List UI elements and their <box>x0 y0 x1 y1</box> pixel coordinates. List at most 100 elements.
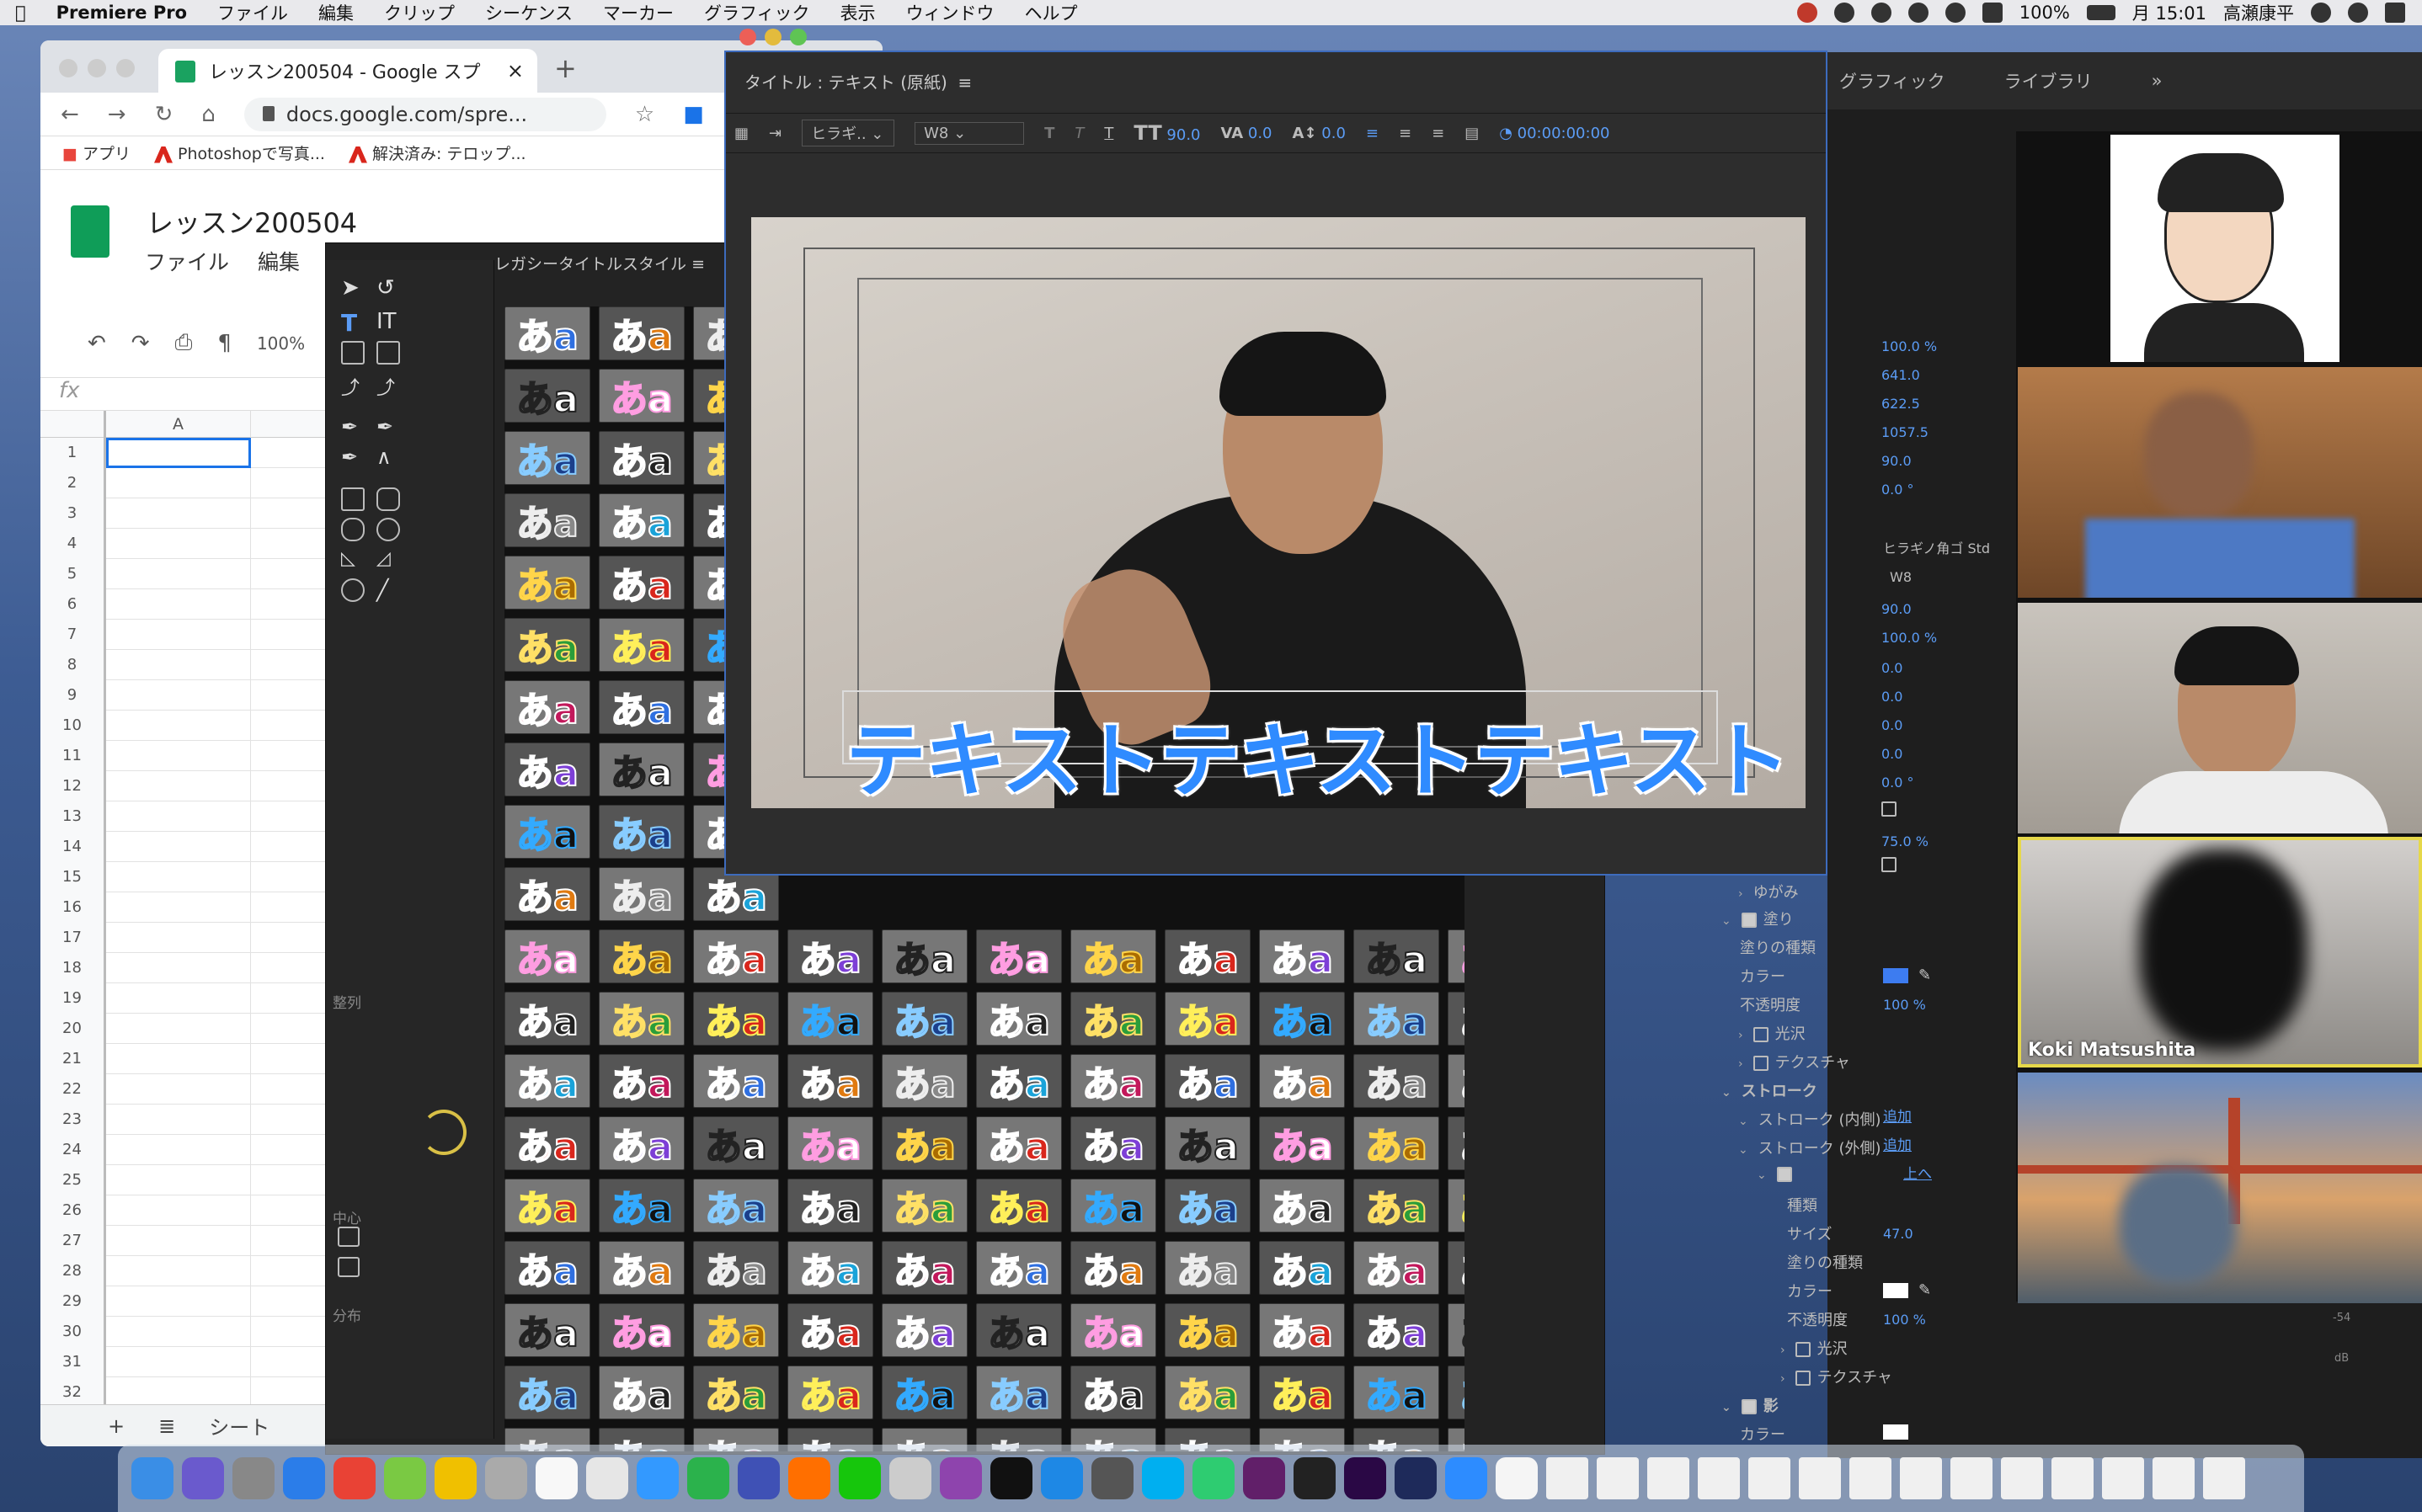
cell-a[interactable] <box>106 559 251 589</box>
style-swatch[interactable]: あa <box>1165 1366 1251 1419</box>
bookmark-apps[interactable]: ■ アプリ <box>62 141 131 164</box>
cell-a[interactable] <box>106 801 251 832</box>
fill-opacity-value[interactable]: 100 % <box>1883 997 1926 1013</box>
prop-sheen[interactable]: › 光沢 <box>1738 1022 1806 1044</box>
style-swatch[interactable]: あa <box>599 929 685 983</box>
dock-app-icon[interactable] <box>940 1457 982 1499</box>
style-swatch[interactable]: あa <box>599 1241 685 1295</box>
style-swatch[interactable]: あa <box>1448 929 1464 983</box>
text-value-6[interactable]: 0.0 <box>1881 746 1902 762</box>
dock-window-thumbnail[interactable] <box>2203 1457 2245 1499</box>
menu-graphic[interactable]: グラフィック <box>689 0 825 25</box>
style-swatch[interactable]: あa <box>504 680 590 734</box>
zoom-window-button[interactable] <box>116 59 135 77</box>
dock-window-thumbnail[interactable] <box>2001 1457 2043 1499</box>
dock-app-icon[interactable] <box>586 1457 628 1499</box>
tab-sheets[interactable]: レッスン200504 - Google スプ × <box>158 49 537 93</box>
move-up-link[interactable]: 上へ <box>1903 1162 1932 1183</box>
shadow-color-swatch[interactable] <box>1883 1424 1908 1440</box>
row-number[interactable]: 19 <box>40 983 106 1014</box>
style-swatch[interactable]: あa <box>1165 1241 1251 1295</box>
row-number[interactable]: 16 <box>40 892 106 923</box>
style-swatch[interactable]: あa <box>693 929 779 983</box>
style-swatch[interactable]: あa <box>787 1241 873 1295</box>
dock-app-icon[interactable] <box>435 1457 477 1499</box>
cell-a[interactable] <box>106 1135 251 1165</box>
dock-app-icon[interactable] <box>1091 1457 1134 1499</box>
style-swatch[interactable]: あa <box>599 680 685 734</box>
style-swatch[interactable]: あa <box>599 1366 685 1419</box>
dock-app-icon[interactable] <box>536 1457 578 1499</box>
font-family-field[interactable]: ヒラギノ角ゴ Std <box>1883 537 1990 557</box>
text-value-4[interactable]: 0.0 <box>1881 689 1902 705</box>
sheets-logo-icon[interactable] <box>71 205 109 258</box>
style-swatch[interactable]: あa <box>504 493 590 547</box>
dock-window-thumbnail[interactable] <box>1849 1457 1891 1499</box>
row-number[interactable]: 1 <box>40 438 106 468</box>
cell-a[interactable] <box>106 650 251 680</box>
style-swatch[interactable]: あa <box>882 1116 968 1170</box>
style-swatch[interactable]: あa <box>1353 1179 1439 1232</box>
fill-color-swatch[interactable] <box>1883 968 1908 983</box>
menu-view[interactable]: 表示 <box>825 0 891 25</box>
row-number[interactable]: 12 <box>40 771 106 801</box>
dock-app-icon[interactable] <box>283 1457 325 1499</box>
style-swatch[interactable]: あa <box>504 1054 590 1108</box>
prop-stroke[interactable]: ⌄ ストローク <box>1721 1079 1817 1101</box>
style-swatch[interactable]: あa <box>504 431 590 485</box>
select-all-corner[interactable] <box>40 411 106 438</box>
row-number[interactable]: 7 <box>40 620 106 650</box>
style-swatch[interactable]: あa <box>882 1241 968 1295</box>
cell-a[interactable] <box>106 983 251 1014</box>
font-family-dropdown[interactable]: ヒラギ.. ⌄ <box>802 120 895 146</box>
style-swatch[interactable]: あa <box>1259 1303 1345 1357</box>
row-number[interactable]: 20 <box>40 1014 106 1044</box>
user-name[interactable]: 高瀬康平 <box>2223 0 2294 25</box>
style-swatch[interactable]: あa <box>1353 929 1439 983</box>
style-swatch[interactable]: あa <box>1165 929 1251 983</box>
cell-a[interactable] <box>106 1347 251 1377</box>
option-checkbox-1[interactable] <box>1881 801 1897 817</box>
font-weight-field[interactable]: W8 <box>1890 569 1912 585</box>
style-swatch[interactable]: あa <box>599 306 685 360</box>
line-icon[interactable] <box>1833 3 1854 23</box>
font-size-value[interactable]: 90.0 <box>1166 126 1200 144</box>
style-swatch[interactable]: あa <box>976 1241 1062 1295</box>
transform-value-2[interactable]: 641.0 <box>1881 367 1920 383</box>
style-swatch[interactable]: あa <box>504 618 590 672</box>
line-tool-icon[interactable]: ╱ <box>376 578 400 602</box>
dock-app-icon[interactable] <box>1142 1457 1184 1499</box>
rotate-tool-icon[interactable]: ↺ <box>376 275 400 301</box>
siri-icon[interactable] <box>2348 3 2368 23</box>
cell-a[interactable] <box>106 741 251 771</box>
sheet-tab[interactable]: シート <box>209 1411 269 1440</box>
control-center-icon[interactable] <box>2385 3 2405 23</box>
eyedropper-icon[interactable]: ✎ <box>1918 1281 1931 1299</box>
row-number[interactable]: 15 <box>40 862 106 892</box>
text-value-3[interactable]: 0.0 <box>1881 660 1902 676</box>
style-swatch[interactable]: あa <box>1353 1303 1439 1357</box>
sheets-menu-edit[interactable]: 編集 <box>258 246 300 276</box>
row-number[interactable]: 2 <box>40 468 106 498</box>
style-swatch[interactable]: あa <box>1070 1054 1156 1108</box>
text-value-5[interactable]: 0.0 <box>1881 717 1902 733</box>
dock-app-icon[interactable] <box>788 1457 830 1499</box>
style-swatch[interactable]: あa <box>1448 992 1464 1046</box>
rounded-corner-tool-icon[interactable] <box>376 518 400 541</box>
add-inner-stroke-link[interactable]: 追加 <box>1883 1105 1912 1126</box>
cell-a[interactable] <box>106 711 251 741</box>
tab-library[interactable]: ライブラリ <box>2004 68 2093 93</box>
prop-stroke-sheen[interactable]: › 光沢 <box>1780 1337 1848 1359</box>
center-vertical-icon[interactable] <box>338 1257 360 1277</box>
dock-app-icon[interactable] <box>839 1457 881 1499</box>
home-icon[interactable]: ⌂ <box>201 102 216 127</box>
paint-format-icon[interactable]: ¶ <box>217 331 232 356</box>
style-swatch[interactable]: あa <box>599 805 685 859</box>
bold-icon[interactable]: T <box>1044 125 1054 142</box>
menu-help[interactable]: ヘルプ <box>1010 0 1093 25</box>
cell-a[interactable] <box>106 1105 251 1135</box>
menu-window[interactable]: ウィンドウ <box>891 0 1010 25</box>
tab-graphic[interactable]: グラフィック <box>1839 68 1945 93</box>
cell-a[interactable] <box>106 953 251 983</box>
area-type-tool-icon[interactable] <box>341 341 365 365</box>
